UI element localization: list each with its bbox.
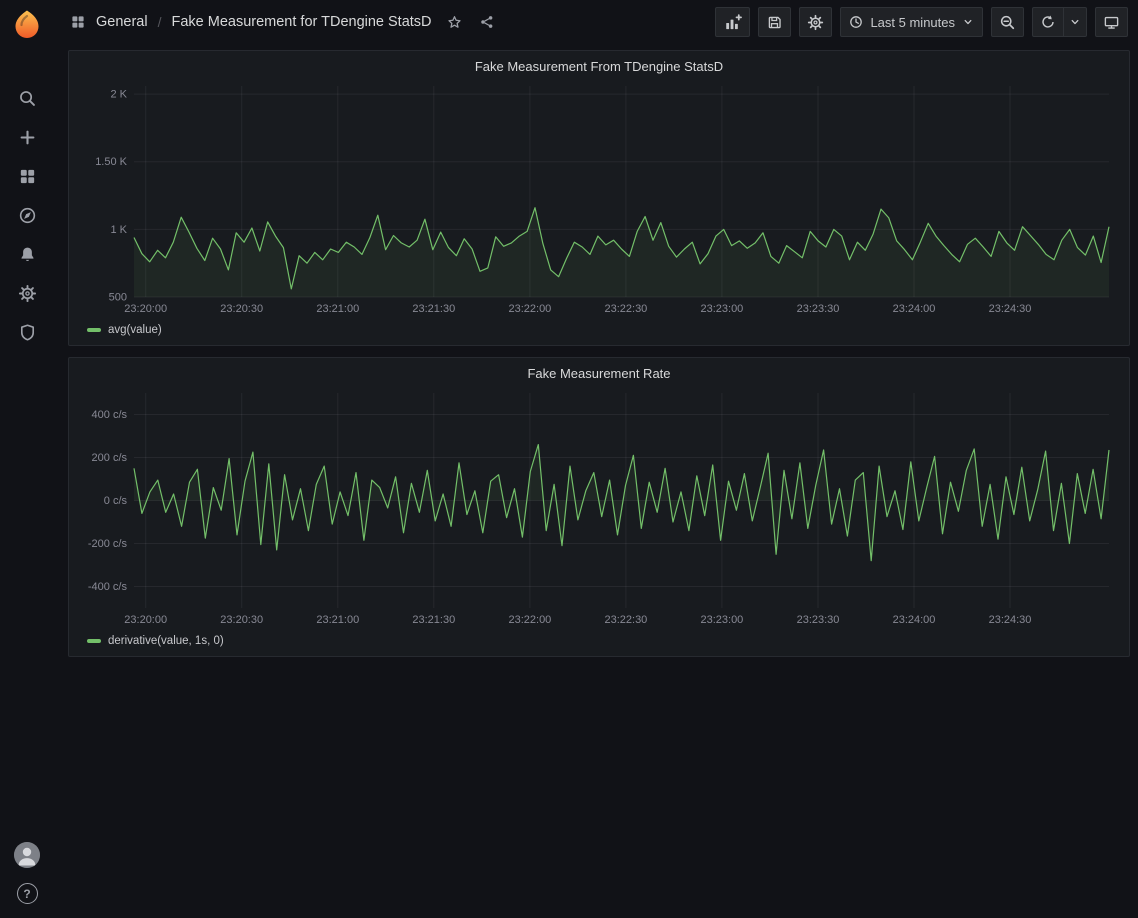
plus-icon [18, 128, 37, 147]
svg-text:23:22:30: 23:22:30 [604, 303, 647, 315]
chevron-down-icon [961, 15, 975, 29]
help-icon[interactable]: ? [17, 883, 38, 904]
svg-text:23:24:30: 23:24:30 [989, 303, 1032, 315]
svg-text:23:23:00: 23:23:00 [700, 303, 743, 315]
chart-legend: derivative(value, 1s, 0) [79, 628, 1119, 654]
user-avatar[interactable] [14, 842, 40, 868]
svg-text:-400 c/s: -400 c/s [88, 581, 128, 593]
chevron-down-icon [1068, 15, 1082, 29]
svg-text:23:21:00: 23:21:00 [316, 614, 359, 626]
panel-title[interactable]: Fake Measurement From TDengine StatsD [79, 56, 1119, 80]
main-area: General / Fake Measurement for TDengine … [54, 0, 1138, 918]
grafana-flame-icon [12, 9, 42, 39]
svg-text:23:21:00: 23:21:00 [316, 303, 359, 315]
search-icon [18, 89, 37, 108]
star-dashboard-button[interactable] [444, 12, 465, 33]
share-icon [479, 14, 495, 30]
share-dashboard-button[interactable] [477, 12, 497, 32]
svg-text:23:20:30: 23:20:30 [220, 303, 263, 315]
zoom-out-time-button[interactable] [991, 7, 1024, 37]
gear-icon [807, 14, 824, 31]
svg-text:23:23:30: 23:23:30 [797, 303, 840, 315]
zoom-out-icon [999, 14, 1016, 31]
chart-container: 23:20:00 23:20:30 23:21:00 23:21:30 23:22:00… [79, 80, 1119, 317]
breadcrumb-section[interactable]: General [96, 14, 148, 30]
panel-fake-measurement-rate: Fake Measurement Rate 23:20:0023:20:3023… [68, 357, 1130, 657]
top-navbar: General / Fake Measurement for TDengine … [54, 0, 1138, 44]
grafana-logo[interactable] [7, 7, 47, 41]
apps-grid-icon [18, 167, 37, 186]
add-panel-button[interactable] [715, 7, 750, 37]
svg-text:23:22:00: 23:22:00 [508, 614, 551, 626]
user-icon [14, 842, 40, 868]
svg-text:23:22:30: 23:22:30 [604, 614, 647, 626]
sidebar-item-server-admin[interactable] [0, 313, 54, 352]
gear-icon [18, 284, 37, 303]
refresh-button-group [1032, 7, 1087, 37]
sidebar-bottom: ? [14, 842, 40, 904]
chart-container: 23:20:00 23:20:30 23:21:00 23:21:30 23:22:00… [79, 387, 1119, 628]
dashboard-settings-button[interactable] [799, 7, 832, 37]
breadcrumb: General / Fake Measurement for TDengine … [70, 14, 432, 30]
svg-text:1.50 K: 1.50 K [95, 156, 127, 168]
dashboard-grid: Fake Measurement From TDengine StatsD 23… [54, 44, 1138, 918]
dashboard-title: Fake Measurement for TDengine StatsD [171, 14, 431, 30]
svg-text:500: 500 [109, 292, 127, 304]
legend-label[interactable]: derivative(value, 1s, 0) [108, 635, 224, 647]
kiosk-mode-button[interactable] [1095, 7, 1128, 37]
svg-text:200 c/s: 200 c/s [92, 452, 128, 464]
svg-text:2 K: 2 K [110, 89, 127, 101]
sidebar: ? [0, 0, 54, 918]
svg-text:23:24:00: 23:24:00 [893, 303, 936, 315]
time-series-chart[interactable]: 23:20:00 23:20:30 23:21:00 23:21:30 23:22:00… [79, 80, 1119, 317]
svg-text:23:23:00: 23:23:00 [700, 614, 743, 626]
compass-icon [18, 206, 37, 225]
shield-icon [18, 323, 37, 342]
time-range-label: Last 5 minutes [870, 15, 955, 30]
svg-text:23:22:00: 23:22:00 [508, 303, 551, 315]
apps-grid-icon [70, 14, 86, 30]
svg-text:23:23:30: 23:23:30 [797, 614, 840, 626]
help-glyph: ? [23, 887, 30, 901]
sidebar-nav [0, 79, 54, 352]
bell-icon [18, 245, 37, 264]
svg-text:23:24:00: 23:24:00 [893, 614, 936, 626]
panel-title[interactable]: Fake Measurement Rate [79, 363, 1119, 387]
sidebar-item-dashboards[interactable] [0, 157, 54, 196]
refresh-button[interactable] [1032, 7, 1064, 37]
add-panel-icon [723, 13, 742, 32]
star-icon [446, 14, 463, 31]
svg-text:1 K: 1 K [110, 224, 127, 236]
sidebar-item-search[interactable] [0, 79, 54, 118]
save-dashboard-button[interactable] [758, 7, 791, 37]
legend-label[interactable]: avg(value) [108, 324, 162, 336]
svg-text:-200 c/s: -200 c/s [88, 538, 128, 550]
sidebar-item-alerting[interactable] [0, 235, 54, 274]
svg-text:23:21:30: 23:21:30 [412, 303, 455, 315]
svg-text:23:24:30: 23:24:30 [989, 614, 1032, 626]
grafana-app: ? General / Fake Measurement for TDengin… [0, 0, 1138, 918]
refresh-icon [1040, 14, 1056, 30]
svg-text:23:20:00: 23:20:00 [124, 303, 167, 315]
monitor-icon [1103, 14, 1120, 31]
legend-swatch [87, 639, 101, 643]
legend-swatch [87, 328, 101, 332]
sidebar-item-explore[interactable] [0, 196, 54, 235]
chart-legend: avg(value) [79, 317, 1119, 343]
svg-text:23:21:30: 23:21:30 [412, 614, 455, 626]
sidebar-item-configuration[interactable] [0, 274, 54, 313]
toolbar-actions: Last 5 minutes [715, 7, 1128, 37]
svg-text:23:20:30: 23:20:30 [220, 614, 263, 626]
time-range-picker[interactable]: Last 5 minutes [840, 7, 983, 37]
clock-icon [848, 14, 864, 30]
svg-text:23:20:00: 23:20:00 [124, 614, 167, 626]
breadcrumb-separator: / [158, 14, 162, 30]
svg-text:400 c/s: 400 c/s [92, 409, 128, 421]
sidebar-item-create[interactable] [0, 118, 54, 157]
svg-text:0 c/s: 0 c/s [104, 495, 128, 507]
time-series-chart[interactable]: 23:20:00 23:20:30 23:21:00 23:21:30 23:22:00… [79, 387, 1119, 628]
refresh-interval-dropdown[interactable] [1064, 7, 1087, 37]
save-icon [766, 14, 783, 31]
panel-fake-measurement: Fake Measurement From TDengine StatsD 23… [68, 50, 1130, 346]
